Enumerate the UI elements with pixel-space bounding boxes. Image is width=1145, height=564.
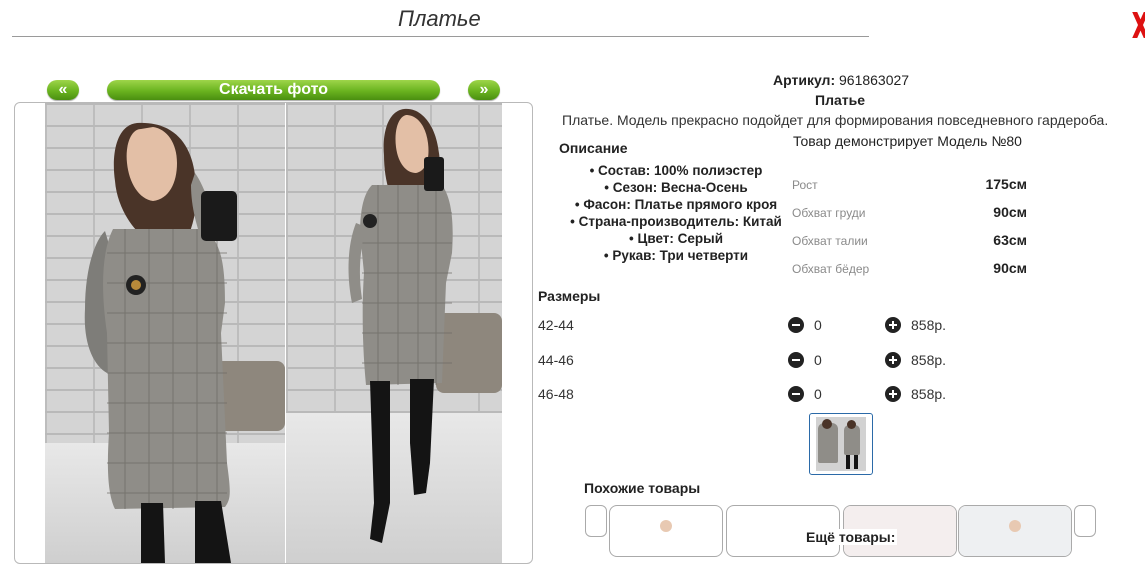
product-photo-frame — [14, 102, 533, 564]
minus-icon[interactable] — [788, 352, 804, 368]
product-thumbnail[interactable] — [809, 413, 873, 475]
size-row: 46-48 0 858р. — [538, 386, 958, 406]
measurement-label: Рост — [792, 178, 818, 192]
size-price: 858р. — [911, 317, 947, 333]
measurement-label: Обхват груди — [792, 206, 866, 220]
sku-label: Артикул: — [773, 72, 836, 88]
size-price: 858р. — [911, 386, 947, 402]
download-photo-button[interactable]: Скачать фото — [107, 80, 440, 100]
model-figure-front — [84, 122, 237, 563]
attribute-cut: Фасон: Платье прямого кроя — [560, 196, 792, 213]
similar-product-card[interactable] — [958, 505, 1072, 557]
model-note: Товар демонстрирует Модель №80 — [793, 133, 1022, 149]
close-icon[interactable] — [1136, 12, 1145, 38]
similar-product-card[interactable] — [609, 505, 723, 557]
prev-photo-button[interactable]: « — [47, 80, 79, 100]
product-photo-front[interactable] — [45, 103, 285, 563]
more-products-heading: Ещё товары: — [804, 529, 898, 545]
minus-icon[interactable] — [788, 317, 804, 333]
attribute-list: Состав: 100% полиэстер Сезон: Весна-Осен… — [560, 162, 792, 264]
product-photo-full[interactable] — [286, 103, 502, 563]
size-label: 46-48 — [538, 386, 574, 402]
product-description: Платье. Модель прекрасно подойдет для фо… — [562, 112, 1109, 128]
size-row: 44-46 0 858р. — [538, 352, 958, 372]
size-row: 42-44 0 858р. — [538, 317, 958, 337]
carousel-next-button[interactable] — [1074, 505, 1096, 537]
size-label: 44-46 — [538, 352, 574, 368]
attribute-season: Сезон: Весна-Осень — [560, 179, 792, 196]
attribute-color: Цвет: Серый — [560, 230, 792, 247]
quantity-value: 0 — [814, 352, 822, 368]
quantity-value: 0 — [814, 317, 822, 333]
attribute-country: Страна-производитель: Китай — [560, 213, 792, 230]
attribute-composition: Состав: 100% полиэстер — [560, 162, 792, 179]
page-title: Платье — [398, 6, 481, 31]
measurement-hips: Обхват бёдер 90см — [792, 260, 1030, 280]
measurement-value: 90см — [993, 260, 1027, 276]
sku-value: 961863027 — [839, 72, 910, 88]
carousel-prev-button[interactable] — [585, 505, 607, 537]
description-heading: Описание — [559, 140, 628, 156]
quantity-value: 0 — [814, 386, 822, 402]
size-price: 858р. — [911, 352, 947, 368]
size-label: 42-44 — [538, 317, 574, 333]
similar-heading: Похожие товары — [584, 480, 701, 496]
plus-icon[interactable] — [885, 352, 901, 368]
measurement-value: 63см — [993, 232, 1027, 248]
sku: Артикул: 961863027 — [773, 72, 909, 88]
sizes-heading: Размеры — [538, 288, 601, 304]
plus-icon[interactable] — [885, 317, 901, 333]
minus-icon[interactable] — [788, 386, 804, 402]
measurement-height: Рост 175см — [792, 176, 1030, 196]
title-divider — [12, 36, 869, 37]
measurement-waist: Обхват талии 63см — [792, 232, 1030, 252]
measurement-bust: Обхват груди 90см — [792, 204, 1030, 224]
measurement-value: 90см — [993, 204, 1027, 220]
model-figure-full — [348, 108, 453, 543]
product-name: Платье — [815, 92, 865, 108]
next-photo-button[interactable]: » — [468, 80, 500, 100]
thumbnail-image — [816, 417, 866, 471]
measurement-label: Обхват бёдер — [792, 262, 870, 276]
plus-icon[interactable] — [885, 386, 901, 402]
measurement-value: 175см — [985, 176, 1027, 192]
measurement-label: Обхват талии — [792, 234, 868, 248]
attribute-sleeve: Рукав: Три четверти — [560, 247, 792, 264]
